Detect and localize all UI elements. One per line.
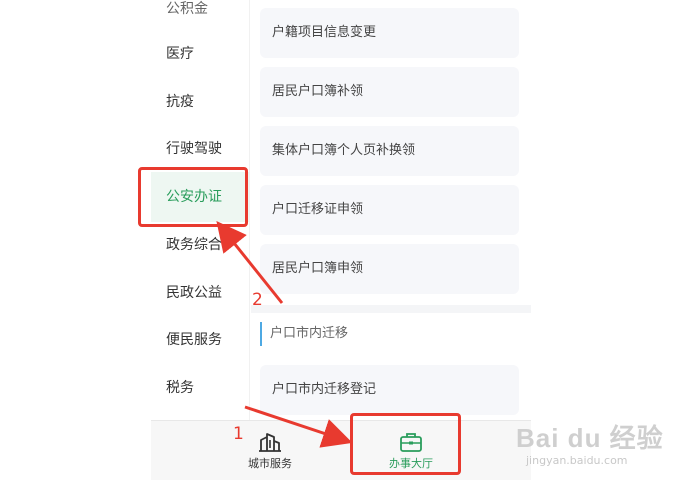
sidebar-divider (249, 0, 250, 420)
sidebar-item-civil-affairs[interactable]: 民政公益 (151, 270, 249, 316)
annotation-step-1: 1 (233, 424, 244, 444)
section-divider (251, 305, 531, 313)
highlight-box-service-hall (350, 413, 461, 475)
sidebar-item-medical[interactable]: 医疗 (151, 31, 249, 77)
watermark-logo: Bai du 经验 (516, 423, 664, 453)
sidebar-item-convenience[interactable]: 便民服务 (151, 317, 249, 363)
service-card[interactable]: 户口市内迁移登记 (260, 365, 519, 415)
bottom-tab-bar: 城市服务 办事大厅 (151, 420, 531, 480)
service-card[interactable]: 居民户口簿申领 (260, 244, 519, 294)
service-card[interactable]: 户籍项目信息变更 (260, 8, 519, 58)
city-buildings-icon (258, 431, 282, 453)
tab-label: 城市服务 (248, 457, 292, 470)
baidu-watermark: Bai du 经验 jingyan.baidu.com (516, 418, 664, 467)
sidebar-item-housing-fund[interactable]: 公积金 (151, 0, 249, 32)
watermark-url: jingyan.baidu.com (526, 454, 628, 467)
app-screen: 公积金 医疗 抗疫 行驶驾驶 公安办证 政务综合 民政公益 便民服务 税务 户籍… (151, 0, 531, 480)
tab-city-services[interactable]: 城市服务 (215, 421, 325, 480)
service-list: 户籍项目信息变更 居民户口簿补领 集体户口簿个人页补换领 户口迁移证申领 居民户… (251, 0, 531, 420)
sidebar-item-epidemic[interactable]: 抗疫 (151, 79, 249, 125)
service-card[interactable]: 集体户口簿个人页补换领 (260, 126, 519, 176)
service-card[interactable]: 户口迁移证申领 (260, 185, 519, 235)
sidebar-item-tax[interactable]: 税务 (151, 365, 249, 411)
section-title: 户口市内迁移 (260, 322, 348, 346)
sidebar-item-driving[interactable]: 行驶驾驶 (151, 126, 249, 172)
sidebar-item-government[interactable]: 政务综合 (151, 222, 249, 268)
highlight-box-public-security (138, 167, 248, 227)
annotation-step-2: 2 (252, 290, 263, 310)
service-card[interactable]: 居民户口簿补领 (260, 67, 519, 117)
